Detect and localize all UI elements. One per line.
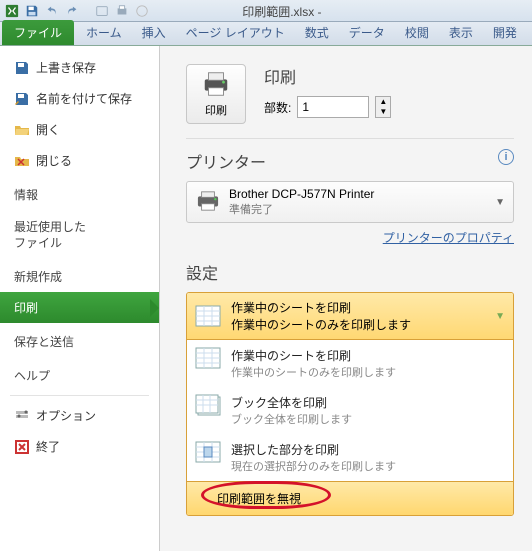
nav-open[interactable]: 開く	[0, 114, 159, 145]
undo-icon[interactable]	[44, 3, 60, 19]
copies-label: 部数:	[264, 99, 291, 116]
printer-icon	[195, 190, 221, 215]
window-filename: 印刷範囲.xlsx -	[242, 3, 321, 20]
nav-exit[interactable]: 終了	[0, 431, 159, 462]
print-title: 印刷	[264, 64, 514, 88]
copies-input[interactable]	[297, 96, 369, 118]
redo-icon[interactable]	[64, 3, 80, 19]
tab-home[interactable]: ホーム	[76, 20, 132, 45]
backstage: 上書き保存 名前を付けて保存 開く 閉じる 情報 最近使用した ファイル 新規作…	[0, 46, 532, 551]
nav-close-label: 閉じる	[36, 152, 72, 169]
print-button-label: 印刷	[205, 102, 227, 118]
nav-print[interactable]: 印刷	[0, 292, 159, 323]
chevron-down-icon: ▼	[495, 311, 505, 322]
open-icon	[14, 122, 30, 138]
nav-save-send[interactable]: 保存と送信	[0, 323, 159, 357]
print-button[interactable]: 印刷	[186, 64, 246, 124]
qat-unknown-icon[interactable]	[94, 3, 110, 19]
tab-developer[interactable]: 開発	[483, 20, 527, 45]
copies-row: 部数: ▲▼	[264, 96, 514, 118]
nav-info[interactable]: 情報	[0, 176, 159, 210]
print-what-selected[interactable]: 作業中のシートを印刷 作業中のシートのみを印刷します ▼	[187, 293, 513, 340]
title-bar: 印刷範囲.xlsx -	[0, 0, 532, 22]
nav-save-as[interactable]: 名前を付けて保存	[0, 83, 159, 114]
nav-recent[interactable]: 最近使用した ファイル	[0, 210, 159, 258]
save-as-icon	[14, 91, 30, 107]
printer-name: Brother DCP-J577N Printer	[229, 187, 374, 201]
selection-icon	[195, 441, 221, 463]
spin-down-icon[interactable]: ▼	[376, 107, 390, 117]
printer-icon	[201, 70, 231, 98]
backstage-nav: 上書き保存 名前を付けて保存 開く 閉じる 情報 最近使用した ファイル 新規作…	[0, 46, 160, 551]
nav-open-label: 開く	[36, 121, 60, 138]
info-icon[interactable]: i	[498, 149, 514, 165]
chevron-down-icon: ▼	[495, 197, 505, 208]
tab-review[interactable]: 校閲	[395, 20, 439, 45]
settings-section-title: 設定	[186, 260, 514, 284]
nav-new[interactable]: 新規作成	[0, 258, 159, 292]
file-tab[interactable]: ファイル	[2, 20, 74, 45]
print-preview-icon[interactable]	[114, 3, 130, 19]
nav-close[interactable]: 閉じる	[0, 145, 159, 176]
exit-icon	[14, 439, 30, 455]
printer-dropdown[interactable]: Brother DCP-J577N Printer 準備完了 ▼	[186, 181, 514, 223]
printer-status: 準備完了	[229, 201, 374, 217]
opt-active-sheet[interactable]: 作業中のシートを印刷 作業中のシートのみを印刷します	[187, 340, 513, 387]
nav-save[interactable]: 上書き保存	[0, 52, 159, 83]
nav-exit-label: 終了	[36, 438, 60, 455]
divider	[10, 395, 149, 396]
print-what-dropdown: 作業中のシートを印刷 作業中のシートのみを印刷します ▼ 作業中のシートを印刷 …	[186, 292, 514, 516]
divider	[186, 138, 514, 139]
opt-selection[interactable]: 選択した部分を印刷 現在の選択部分のみを印刷します	[187, 434, 513, 481]
tab-view[interactable]: 表示	[439, 20, 483, 45]
copies-spinner[interactable]: ▲▼	[375, 96, 391, 118]
opt-ignore-print-area[interactable]: 印刷範囲を無視	[187, 481, 513, 515]
nav-options[interactable]: オプション	[0, 400, 159, 431]
sheet-icon	[195, 347, 221, 369]
selected-desc: 作業中のシートのみを印刷します	[231, 316, 411, 333]
nav-save-as-label: 名前を付けて保存	[36, 90, 132, 107]
print-panel: 印刷 印刷 部数: ▲▼ i プリンター Brother DCP-J577N P…	[160, 46, 532, 551]
save-icon[interactable]	[24, 3, 40, 19]
spin-up-icon[interactable]: ▲	[376, 97, 390, 107]
ribbon-tabs: ファイル ホーム 挿入 ページ レイアウト 数式 データ 校閲 表示 開発	[0, 22, 532, 46]
tab-formulas[interactable]: 数式	[295, 20, 339, 45]
close-icon	[14, 153, 30, 169]
save-icon	[14, 60, 30, 76]
tab-insert[interactable]: 挿入	[132, 20, 176, 45]
nav-save-label: 上書き保存	[36, 59, 96, 76]
printer-properties-link[interactable]: プリンターのプロパティ	[383, 229, 514, 246]
tab-page-layout[interactable]: ページ レイアウト	[176, 20, 295, 45]
nav-help[interactable]: ヘルプ	[0, 357, 159, 391]
qat-more-icon[interactable]	[134, 3, 150, 19]
tab-data[interactable]: データ	[339, 20, 395, 45]
options-icon	[14, 408, 30, 424]
printer-section-title: プリンター	[186, 149, 514, 173]
quick-access-toolbar	[4, 3, 150, 19]
selected-title: 作業中のシートを印刷	[231, 299, 411, 316]
nav-options-label: オプション	[36, 407, 96, 424]
opt-whole-workbook[interactable]: ブック全体を印刷 ブック全体を印刷します	[187, 387, 513, 434]
sheet-icon	[195, 305, 221, 327]
workbook-icon	[195, 394, 221, 416]
excel-icon	[4, 3, 20, 19]
